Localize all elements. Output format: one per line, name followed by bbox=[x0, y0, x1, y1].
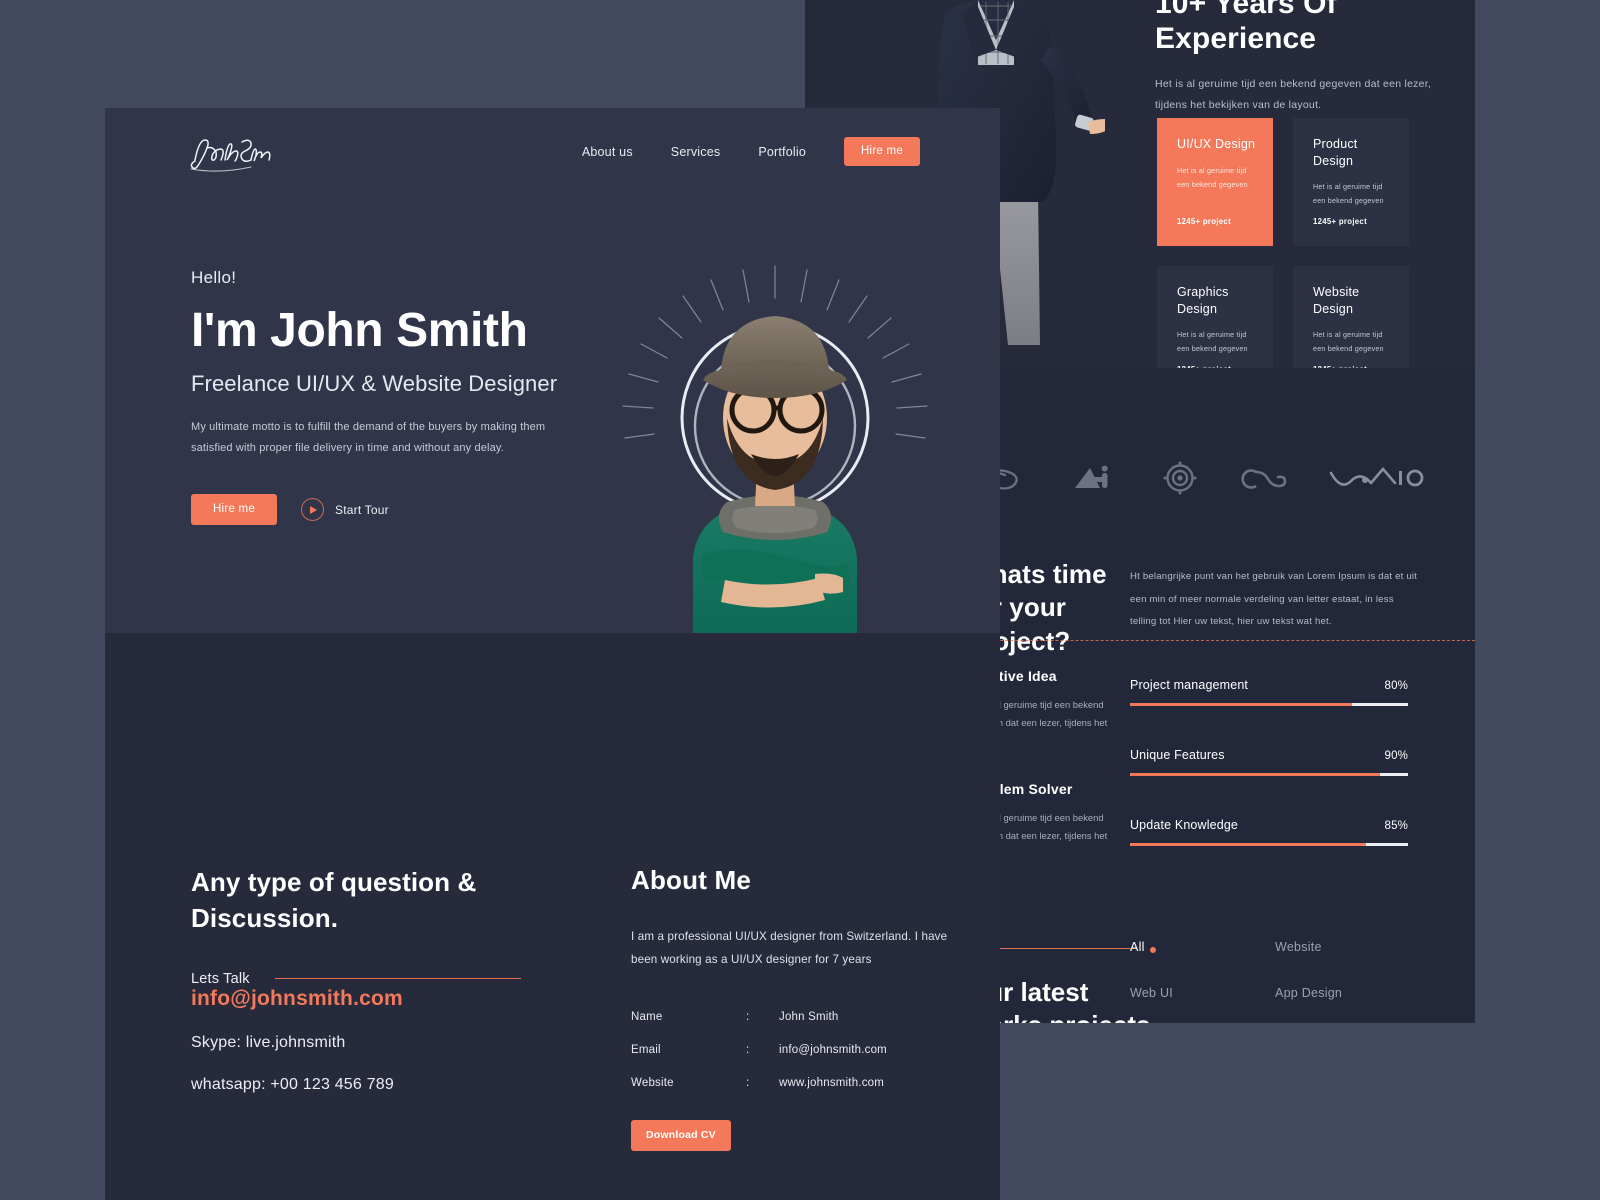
hero-section: About us Services Portfolio Hire me Hell… bbox=[105, 108, 1000, 638]
fact-key: Website bbox=[631, 1077, 674, 1090]
skill-percent: 80% bbox=[1384, 680, 1408, 692]
about-heading: About Me bbox=[631, 865, 752, 895]
client-logos-row bbox=[975, 448, 1475, 508]
skill-bar-track bbox=[1130, 773, 1408, 776]
contact-email-link[interactable]: info@johnsmith.com bbox=[191, 987, 403, 1010]
fact-key: Name bbox=[631, 1011, 663, 1024]
nav-link-about-us[interactable]: About us bbox=[582, 145, 633, 159]
fact-row-website: Website : www.johnsmith.com bbox=[631, 1077, 961, 1089]
hero-hire-me-button[interactable]: Hire me bbox=[191, 494, 278, 526]
ati-logo-icon bbox=[1075, 465, 1108, 488]
skill-name: Update Knowledge bbox=[1130, 818, 1239, 832]
fact-value: www.johnsmith.com bbox=[779, 1077, 885, 1090]
fact-row-name: Name : John Smith bbox=[631, 1011, 961, 1023]
main-landing-panel: About us Services Portfolio Hire me Hell… bbox=[105, 108, 1000, 1200]
nav-hire-me-button[interactable]: Hire me bbox=[843, 137, 920, 166]
lets-talk-row: Lets Talk bbox=[191, 971, 521, 987]
lets-talk-rule bbox=[274, 978, 521, 980]
fact-value: info@johnsmith.com bbox=[779, 1044, 887, 1057]
fact-key: Email bbox=[631, 1044, 661, 1057]
hero-portrait-illustration bbox=[622, 265, 928, 638]
skill-bar-track bbox=[1130, 703, 1408, 706]
lastfm-logo-icon bbox=[1241, 469, 1287, 489]
about-paragraph: I am a professional UI/UX designer from … bbox=[631, 930, 948, 967]
mid-panel-paragraph: Ht belangrijke punt van het gebruik van … bbox=[1130, 571, 1418, 628]
hero-role: Freelance UI/UX & Website Designer bbox=[191, 370, 558, 396]
service-card-desc: Het is al geruime tijd een bekend gegeve… bbox=[1177, 330, 1248, 354]
hero-description: My ultimate motto is to fulfill the dema… bbox=[191, 420, 546, 454]
filter-tab-website[interactable]: Website bbox=[1275, 940, 1322, 954]
vaio-logo-icon bbox=[1329, 467, 1424, 487]
services-title: 10+ Years Of Experience bbox=[1155, 0, 1337, 56]
portfolio-filter-tabs: All Website Web UI App Design bbox=[1130, 940, 1430, 1000]
skill-bar-track bbox=[1130, 843, 1408, 846]
target-ring-logo-icon bbox=[1163, 461, 1197, 495]
service-card-title: Website Design bbox=[1313, 285, 1360, 316]
skill-percent: 90% bbox=[1384, 750, 1408, 762]
service-card-count: 1245+ project bbox=[1177, 217, 1231, 226]
dashed-divider bbox=[935, 640, 1475, 641]
hero-cta-group: Hire me Start Tour bbox=[191, 494, 591, 526]
skill-bar-fill bbox=[1130, 703, 1353, 706]
nav-link-portfolio[interactable]: Portfolio bbox=[758, 145, 806, 159]
screenshot-stage: 10+ Years Of Experience Het is al geruim… bbox=[0, 0, 1600, 1200]
service-card-product[interactable]: Product Design Het is al geruime tijd ee… bbox=[1293, 118, 1409, 246]
start-tour-button[interactable]: Start Tour bbox=[301, 498, 389, 522]
top-navbar: About us Services Portfolio Hire me bbox=[105, 108, 1000, 200]
hero-greeting: Hello! bbox=[191, 268, 237, 287]
fact-value: John Smith bbox=[779, 1011, 839, 1024]
services-subtitle: Het is al geruime tijd een bekend gegeve… bbox=[1155, 77, 1432, 111]
lets-talk-label: Lets Talk bbox=[191, 970, 250, 987]
service-card-desc: Het is al geruime tijd een bekend gegeve… bbox=[1313, 182, 1384, 206]
skill-bar-fill bbox=[1130, 843, 1367, 846]
filter-tab-web-ui[interactable]: Web UI bbox=[1130, 986, 1173, 1000]
hero-name-heading: I'm John Smith bbox=[191, 304, 528, 357]
contact-skype: Skype: live.johnsmith bbox=[191, 1033, 346, 1051]
filter-tab-app-design[interactable]: App Design bbox=[1275, 986, 1342, 1000]
skill-percent: 85% bbox=[1384, 820, 1408, 832]
service-card-desc: Het is al geruime tijd een bekend gegeve… bbox=[1177, 165, 1248, 189]
contact-whatsapp: whatsapp: +00 123 456 789 bbox=[191, 1075, 394, 1093]
mid-panel: Whats time for your project? Ht belangri… bbox=[935, 368, 1475, 1023]
fact-row-email: Email : info@johnsmith.com bbox=[631, 1044, 961, 1056]
johnsmith-signature-logo-icon[interactable] bbox=[189, 134, 275, 174]
nav-link-services[interactable]: Services bbox=[671, 145, 721, 159]
fact-separator: : bbox=[746, 1044, 750, 1057]
about-block: About Me I am a professional UI/UX desig… bbox=[631, 865, 961, 1152]
service-card-title: Graphics Design bbox=[1177, 285, 1229, 316]
service-card-desc: Het is al geruime tijd een bekend gegeve… bbox=[1313, 330, 1384, 354]
download-cv-button[interactable]: Download CV bbox=[631, 1120, 731, 1152]
about-facts-table: Name : John Smith Email : info@johnsmith… bbox=[631, 1011, 961, 1089]
lower-section: Any type of question & Discussion. Lets … bbox=[105, 633, 1000, 1200]
service-card-title: UI/UX Design bbox=[1177, 137, 1256, 151]
play-icon bbox=[301, 498, 325, 522]
skills-list: Project management 80% Unique Features 9… bbox=[1130, 678, 1408, 888]
services-header: 10+ Years Of Experience Het is al geruim… bbox=[1155, 0, 1455, 116]
fact-separator: : bbox=[746, 1077, 750, 1090]
filter-tab-all[interactable]: All bbox=[1130, 940, 1156, 954]
service-card-uiux[interactable]: UI/UX Design Het is al geruime tijd een … bbox=[1157, 118, 1273, 246]
nav-links: About us Services Portfolio Hire me bbox=[582, 137, 920, 166]
skill-unique-features: Unique Features 90% bbox=[1130, 748, 1408, 776]
contact-heading: Any type of question & Discussion. bbox=[191, 867, 477, 933]
service-card-count: 1245+ project bbox=[1313, 217, 1367, 226]
services-card-grid: UI/UX Design Het is al geruime tijd een … bbox=[1157, 118, 1409, 390]
skill-name: Unique Features bbox=[1130, 748, 1225, 762]
skill-project-management: Project management 80% bbox=[1130, 678, 1408, 706]
skill-name: Project management bbox=[1130, 678, 1249, 692]
skill-bar-fill bbox=[1130, 773, 1381, 776]
skill-update-knowledge: Update Knowledge 85% bbox=[1130, 818, 1408, 846]
service-card-title: Product Design bbox=[1313, 137, 1358, 168]
hero-copy: Hello! I'm John Smith Freelance UI/UX & … bbox=[191, 268, 591, 526]
fact-separator: : bbox=[746, 1011, 750, 1024]
start-tour-label: Start Tour bbox=[335, 502, 389, 517]
contact-block: Any type of question & Discussion. Lets … bbox=[191, 865, 521, 1094]
